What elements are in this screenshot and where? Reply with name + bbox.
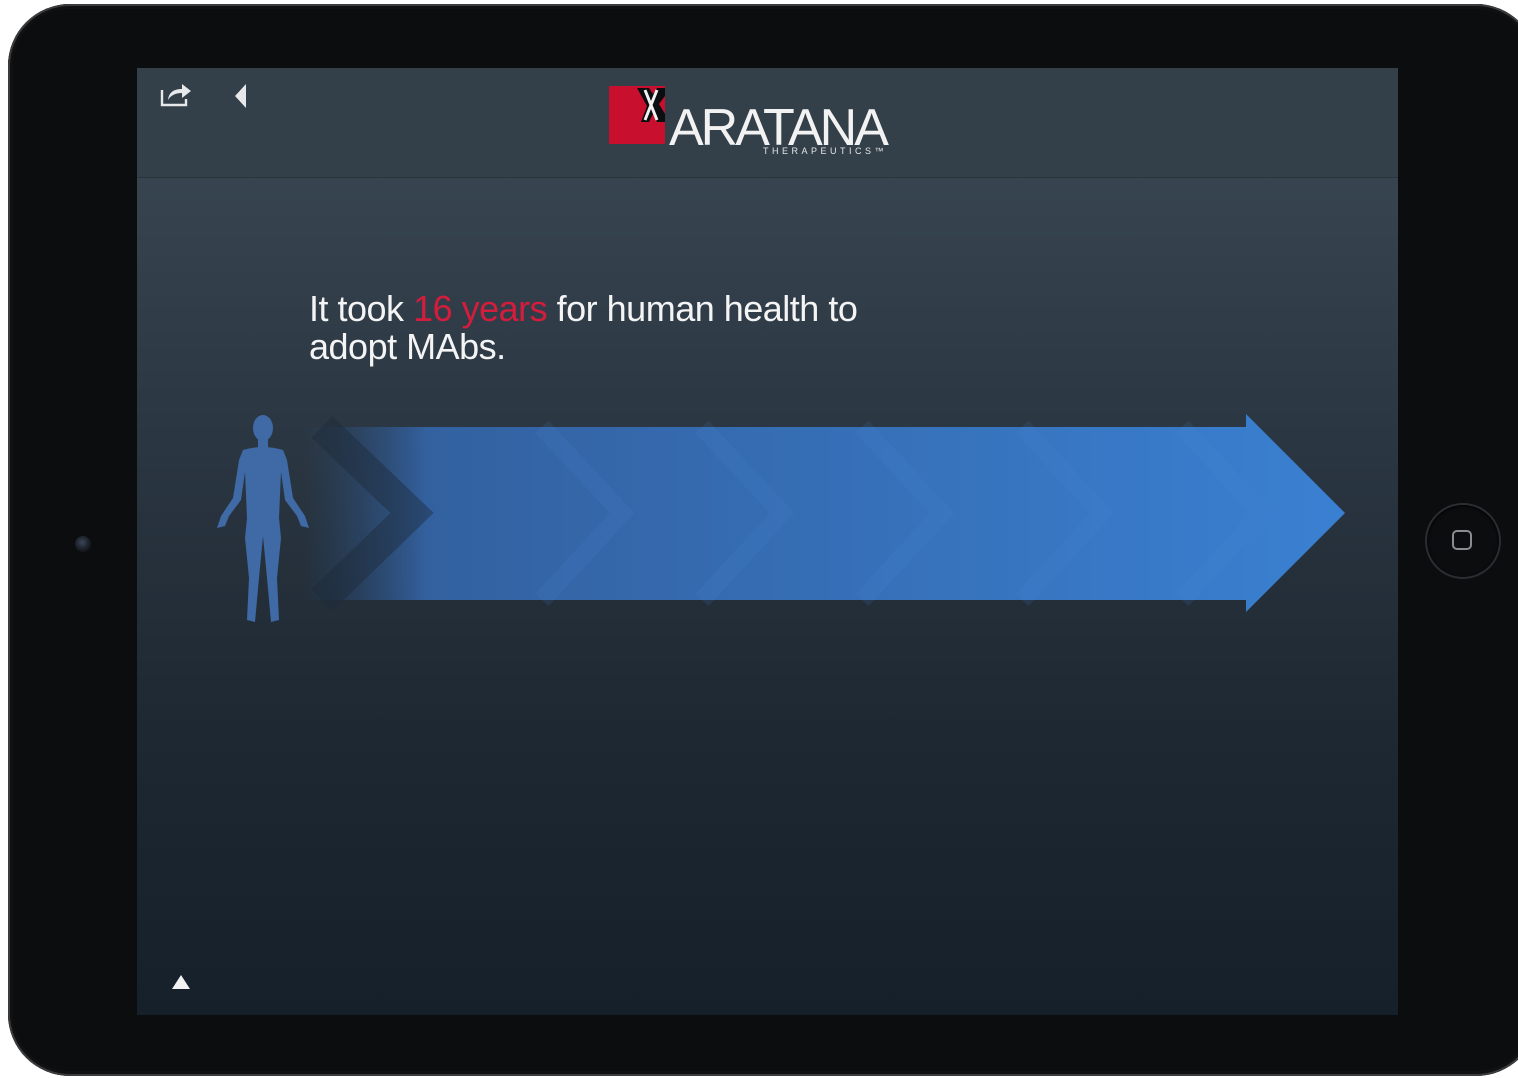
company-logo: ARATANA THERAPEUTICS™ bbox=[607, 84, 917, 162]
triangle-up-icon[interactable] bbox=[171, 974, 191, 990]
logo-mark bbox=[609, 86, 665, 144]
front-camera bbox=[75, 536, 91, 552]
chevron-left-icon[interactable] bbox=[233, 83, 249, 109]
app-screen: ARATANA THERAPEUTICS™ It took 16 years f… bbox=[137, 68, 1398, 1015]
headline-highlight: 16 years bbox=[413, 288, 548, 329]
home-button[interactable] bbox=[1427, 505, 1499, 577]
timeline-arrow bbox=[302, 408, 1352, 618]
human-figure-icon bbox=[213, 408, 313, 628]
share-icon[interactable] bbox=[159, 80, 193, 108]
top-bar: ARATANA THERAPEUTICS™ bbox=[137, 68, 1398, 178]
slide-headline: It took 16 years for human health to ado… bbox=[309, 290, 869, 366]
logo-subtitle: THERAPEUTICS™ bbox=[763, 146, 888, 156]
headline-text-1: It took bbox=[309, 288, 414, 329]
home-square-icon bbox=[1452, 530, 1472, 550]
